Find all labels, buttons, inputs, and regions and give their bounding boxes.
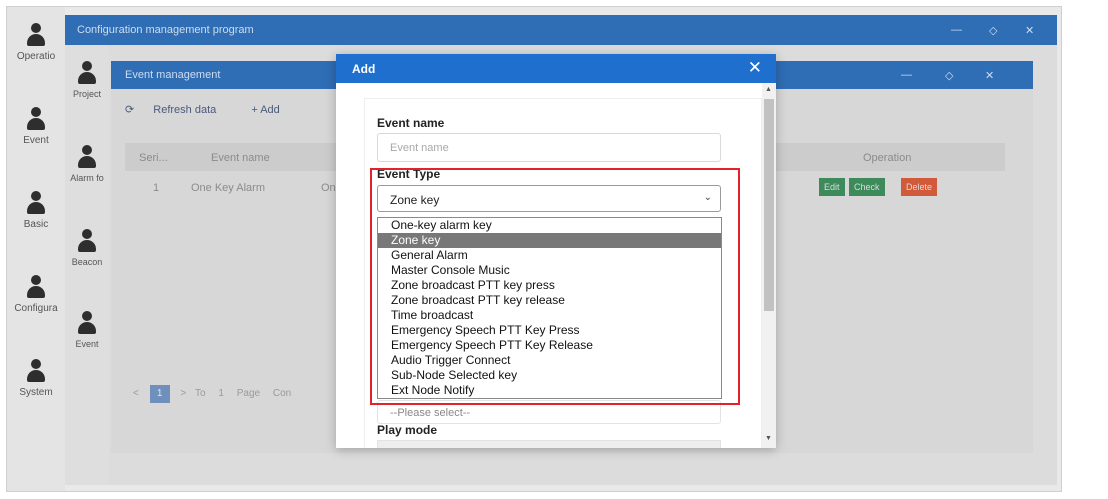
minimize-icon[interactable]: —: [951, 24, 962, 36]
rail-item-basic[interactable]: Basic: [7, 191, 65, 230]
delete-button[interactable]: Delete: [901, 178, 938, 196]
confirm-button[interactable]: Con: [273, 388, 291, 399]
user-icon: [76, 61, 98, 85]
rail2-item-beacon[interactable]: Beacon: [65, 229, 109, 267]
rail-item-configuration[interactable]: Configura: [7, 275, 65, 314]
page-1-button[interactable]: 1: [149, 385, 170, 403]
add-dialog-title: Add: [352, 62, 376, 76]
to-label: To: [195, 388, 206, 399]
play-mode-select[interactable]: [377, 440, 721, 448]
user-icon: [25, 275, 47, 299]
rail2-item-event[interactable]: Event: [65, 311, 109, 349]
rail2-item-project[interactable]: Project: [65, 61, 109, 99]
prev-page-icon[interactable]: <: [133, 388, 139, 399]
user-icon: [25, 191, 47, 215]
cell-event-name: One Key Alarm: [191, 182, 265, 194]
next-page-icon[interactable]: >: [180, 388, 186, 399]
column-event-name[interactable]: Event name: [211, 152, 270, 164]
user-icon: [76, 145, 98, 169]
column-operation: Operation: [863, 152, 912, 164]
close-icon[interactable]: ✕: [748, 58, 762, 78]
user-icon: [25, 359, 47, 383]
user-icon: [25, 107, 47, 131]
rail-item-label: Configura: [14, 303, 58, 314]
event-name-label: Event name: [377, 116, 445, 130]
user-icon: [25, 23, 47, 47]
left-rail: Operatio Event Basic Configura System: [7, 7, 65, 491]
rail-item-label: Basic: [23, 219, 49, 230]
page-input[interactable]: 1: [218, 388, 224, 399]
user-icon: [76, 311, 98, 335]
scroll-up-icon[interactable]: ▲: [765, 86, 772, 93]
minimize-icon[interactable]: —: [901, 69, 912, 81]
close-icon[interactable]: ✕: [985, 69, 994, 82]
scroll-down-icon[interactable]: ▼: [765, 435, 772, 442]
rail-item-label: System: [19, 387, 53, 398]
maximize-icon[interactable]: ◇: [945, 69, 953, 82]
screen: Operatio Event Basic Configura System Co…: [0, 0, 1108, 499]
scroll-thumb[interactable]: [764, 99, 774, 311]
add-dialog-titlebar[interactable]: Add ✕: [336, 54, 776, 83]
play-mode-label: Play mode: [377, 423, 438, 437]
event-name-input[interactable]: Event name: [377, 133, 721, 162]
maximize-icon[interactable]: ◇: [989, 24, 997, 37]
cell-serial: 1: [153, 182, 160, 194]
highlight-box: [370, 168, 740, 405]
edit-button[interactable]: Edit: [819, 178, 845, 196]
rail-item-label: Event: [23, 135, 49, 146]
pagination: < 1 > To 1 Page Con: [133, 385, 291, 403]
rail2-item-label: Event: [75, 339, 99, 349]
config-window-titlebar[interactable]: Configuration management program — ◇ ✕: [65, 15, 1057, 45]
user-icon: [76, 229, 98, 253]
rail2-item-label: Alarm fo: [70, 173, 104, 183]
rail-item-operation[interactable]: Operatio: [7, 23, 65, 62]
page-label: Page: [236, 388, 261, 399]
event-window-title: Event management: [125, 69, 221, 81]
second-rail: Project Alarm fo Beacon Event: [65, 45, 109, 485]
rail-item-system[interactable]: System: [7, 359, 65, 398]
refresh-icon: ⟳: [125, 104, 138, 116]
dialog-scrollbar[interactable]: ▲ ▼: [762, 83, 776, 448]
rail-item-label: Operatio: [16, 51, 56, 62]
column-serial[interactable]: Seri...: [139, 152, 168, 164]
add-button[interactable]: + Add: [251, 104, 279, 116]
event-toolbar: ⟳ Refresh data + Add: [125, 103, 296, 116]
refresh-button[interactable]: ⟳ Refresh data: [125, 104, 232, 116]
close-icon[interactable]: ✕: [1025, 24, 1034, 37]
rail2-item-label: Project: [72, 89, 101, 99]
config-window-title: Configuration management program: [77, 24, 254, 36]
check-button[interactable]: Check: [849, 178, 885, 196]
rail2-item-label: Beacon: [71, 257, 103, 267]
rail2-item-alarm[interactable]: Alarm fo: [65, 145, 109, 183]
rail-item-event[interactable]: Event: [7, 107, 65, 146]
